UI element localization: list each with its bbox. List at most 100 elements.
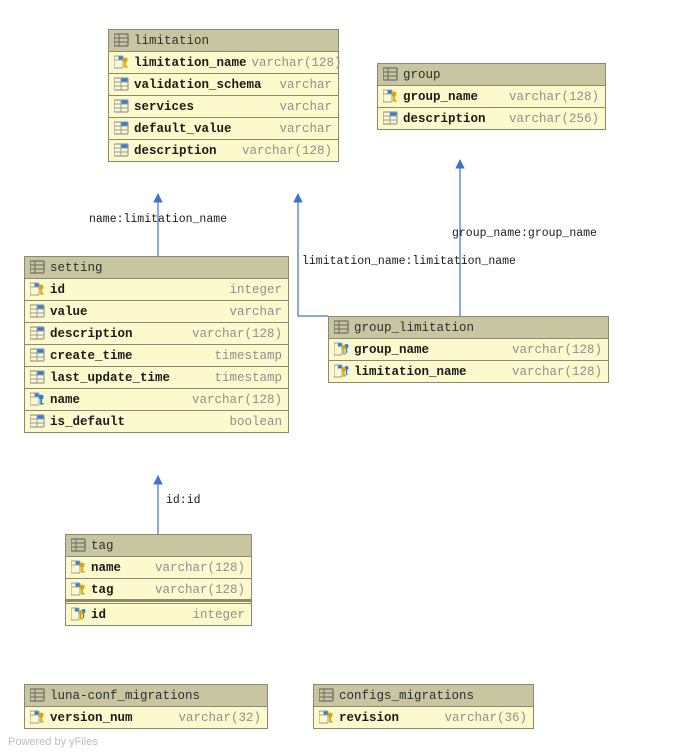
table-group: groupgroup_namevarchar(128)descriptionva…: [377, 63, 606, 130]
table-icon: [319, 688, 334, 703]
column-name: version_num: [50, 711, 133, 725]
column-row: group_name varchar(128): [329, 339, 608, 360]
column-row: name varchar(128): [66, 557, 251, 578]
table-title: limitation: [134, 34, 209, 48]
column-row: version_num varchar(32): [25, 707, 267, 728]
column-type: varchar(128): [512, 365, 602, 379]
column-row: create_time timestamp: [25, 344, 288, 366]
column-name: id: [91, 608, 106, 622]
column-row: description varchar(128): [25, 322, 288, 344]
watermark: Powered by yFiles: [8, 736, 98, 748]
column-name: description: [50, 327, 133, 341]
column-icon: [114, 77, 129, 92]
table-header: tag: [66, 535, 251, 557]
primary-foreign-key-icon: [334, 342, 349, 357]
column-name: default_value: [134, 122, 232, 136]
primary-foreign-key-icon: [334, 364, 349, 379]
column-name: revision: [339, 711, 399, 725]
column-name: validation_schema: [134, 78, 262, 92]
column-icon: [30, 370, 45, 385]
table-luna-conf-migrations: luna-conf_migrations version_num varchar(3…: [24, 684, 268, 729]
column-row: default_value varchar: [109, 117, 338, 139]
foreign-key-icon: [30, 392, 45, 407]
column-row: servicesvarchar: [109, 95, 338, 117]
column-icon: [114, 99, 129, 114]
table-title: group: [403, 68, 441, 82]
table-group_limitation: group_limitationgroup_namevarchar(128)li…: [328, 316, 609, 383]
table-title: group_limitation: [354, 321, 474, 335]
table-header: setting: [25, 257, 288, 279]
column-row: is_defaultboolean: [25, 410, 288, 432]
column-name: description: [403, 112, 486, 126]
column-name: services: [134, 100, 194, 114]
column-icon: [114, 143, 129, 158]
column-row: value varchar: [25, 300, 288, 322]
table-title: configs_migrations: [339, 689, 474, 703]
column-name: name: [91, 561, 121, 575]
column-type: integer: [229, 283, 282, 297]
table-icon: [30, 260, 45, 275]
column-row: validation_schema varchar: [109, 73, 338, 95]
table-icon: [30, 688, 45, 703]
column-type: integer: [192, 608, 245, 622]
column-type: varchar(128): [512, 343, 602, 357]
column-row: id integer: [66, 603, 251, 625]
column-type: varchar(128): [252, 56, 342, 70]
column-name: value: [50, 305, 88, 319]
table-icon: [383, 67, 398, 82]
column-name: name: [50, 393, 80, 407]
primary-key-icon: [71, 560, 86, 575]
column-type: varchar(128): [242, 144, 332, 158]
edge-label: group_name:group_name: [452, 227, 597, 240]
column-icon: [30, 326, 45, 341]
column-icon: [30, 414, 45, 429]
column-name: is_default: [50, 415, 125, 429]
column-name: group_name: [354, 343, 429, 357]
column-type: varchar(128): [192, 393, 282, 407]
column-name: description: [134, 144, 217, 158]
table-icon: [334, 320, 349, 335]
column-row: tag varchar(128): [66, 578, 251, 600]
primary-key-icon: [71, 582, 86, 597]
column-row: limitation_namevarchar(128): [109, 52, 338, 73]
column-row: idinteger: [25, 279, 288, 300]
column-type: varchar: [279, 78, 332, 92]
column-row: limitation_name varchar(128): [329, 360, 608, 382]
table-title: tag: [91, 539, 114, 553]
column-name: tag: [91, 583, 114, 597]
column-name: limitation_name: [134, 56, 247, 70]
column-type: varchar(128): [155, 561, 245, 575]
column-type: varchar(128): [155, 583, 245, 597]
column-row: name varchar(128): [25, 388, 288, 410]
primary-foreign-key-icon: [71, 607, 86, 622]
column-row: last_update_time timestamp: [25, 366, 288, 388]
column-type: varchar(32): [178, 711, 261, 725]
column-name: last_update_time: [50, 371, 170, 385]
primary-key-icon: [30, 282, 45, 297]
column-type: varchar(36): [444, 711, 527, 725]
edge-label: limitation_name:limitation_name: [302, 255, 516, 268]
column-row: group_namevarchar(128): [378, 86, 605, 107]
column-name: create_time: [50, 349, 133, 363]
table-configs-migrations: configs_migrations revision varchar(36): [313, 684, 534, 729]
column-type: timestamp: [214, 349, 282, 363]
table-header: luna-conf_migrations: [25, 685, 267, 707]
column-type: timestamp: [214, 371, 282, 385]
primary-key-icon: [114, 55, 129, 70]
column-type: varchar: [279, 122, 332, 136]
column-icon: [30, 348, 45, 363]
column-type: varchar: [229, 305, 282, 319]
table-setting: setting idinteger value varchar description v…: [24, 256, 289, 433]
column-icon: [383, 111, 398, 126]
column-row: description varchar(128): [109, 139, 338, 161]
column-name: limitation_name: [354, 365, 467, 379]
column-type: varchar(128): [192, 327, 282, 341]
table-limitation: limitationlimitation_namevarchar(128)val…: [108, 29, 339, 162]
table-header: group: [378, 64, 605, 86]
table-title: setting: [50, 261, 103, 275]
table-icon: [114, 33, 129, 48]
column-icon: [114, 121, 129, 136]
edge-label: id:id: [166, 494, 201, 507]
table-header: group_limitation: [329, 317, 608, 339]
primary-key-icon: [319, 710, 334, 725]
